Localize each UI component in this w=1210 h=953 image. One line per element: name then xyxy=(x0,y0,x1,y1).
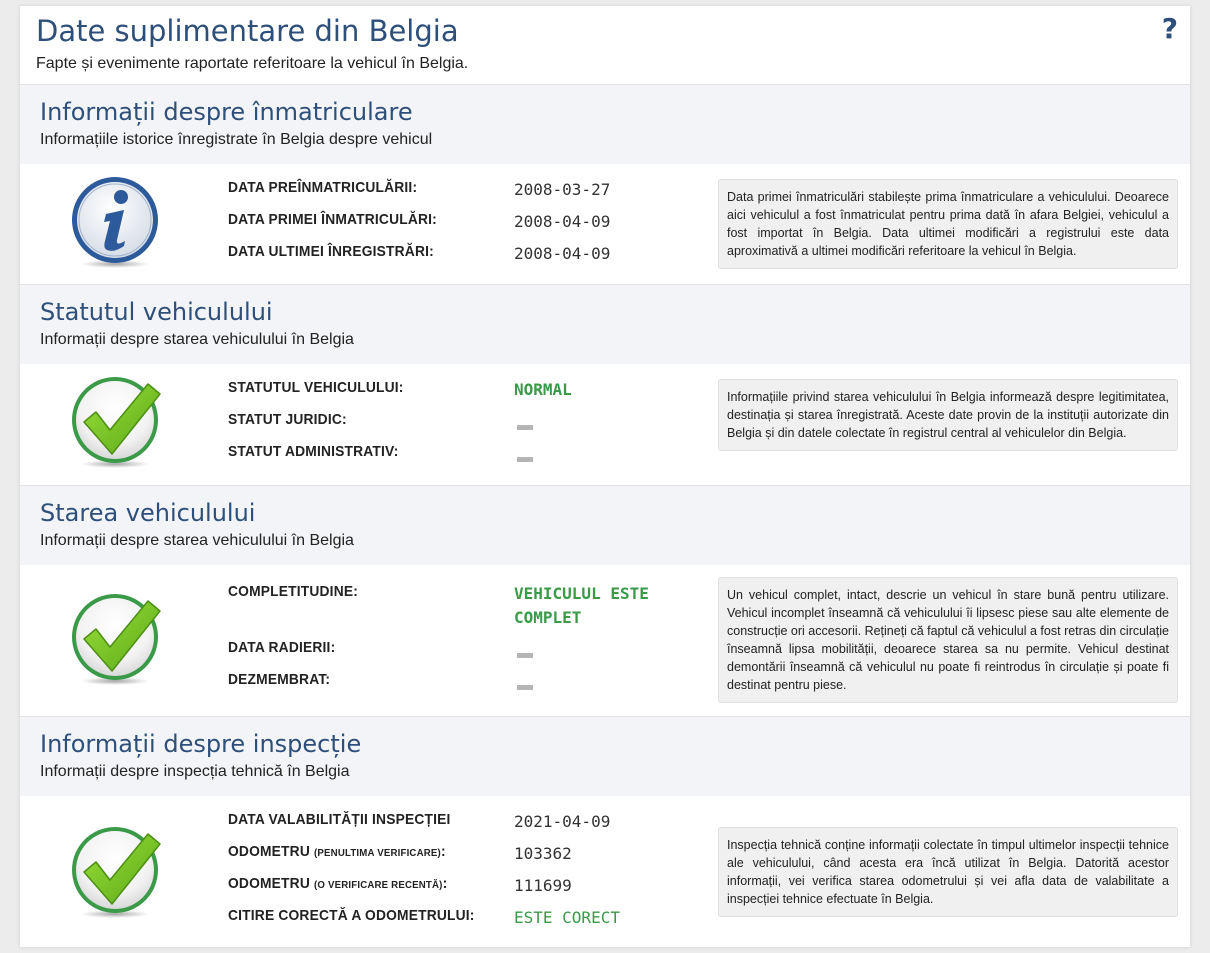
checkmark-icon xyxy=(72,377,161,468)
field-label: DATA VALABILITĂȚII INSPECȚIEI xyxy=(228,811,451,828)
section-subtitle: Informațiile istorice înregistrate în Be… xyxy=(40,131,433,148)
field-value: 2008-04-09 xyxy=(514,212,611,231)
page-header: Date suplimentare din Belgia Fapte și ev… xyxy=(20,6,1190,85)
section-body-inspection: DATA VALABILITĂȚII INSPECȚIEI 2021-04-09… xyxy=(20,796,1190,947)
field-label: DEZMEMBRAT: xyxy=(228,671,331,688)
section-body-registration: DATA PREÎNMATRICULĂRII: 2008-03-27 DATA … xyxy=(20,164,1190,284)
field-label: DATA PREÎNMATRICULĂRII: xyxy=(228,179,418,196)
checkmark-icon xyxy=(72,827,161,918)
section-header-condition: Starea vehiculului Informații despre sta… xyxy=(20,485,1190,566)
field-label-odometer-recent: ODOMETRU (O VERIFICARE RECENTĂ): xyxy=(228,875,447,892)
field-value: 2008-03-27 xyxy=(514,180,611,199)
field-label: DATA PRIMEI ÎNMATRICULĂRI: xyxy=(228,211,437,228)
info-icon xyxy=(72,177,158,268)
section-subtitle: Informații despre inspecția tehnică în B… xyxy=(40,763,350,780)
field-value: 2021-04-09 xyxy=(514,812,611,831)
completeness-value-line1: VEHICULUL ESTE xyxy=(514,584,649,603)
empty-value-dash xyxy=(517,685,533,690)
field-label: DATA RADIERII: xyxy=(228,639,336,656)
completeness-value-line2: COMPLET xyxy=(514,608,582,627)
section-header-status: Statutul vehiculului Informații despre s… xyxy=(20,284,1190,365)
empty-value-dash xyxy=(517,425,533,430)
section-subtitle: Informații despre starea vehiculului în … xyxy=(40,331,354,348)
section-title: Informații despre inspecție xyxy=(40,730,362,758)
section-title: Informații despre înmatriculare xyxy=(40,98,413,126)
field-label: COMPLETITUDINE: xyxy=(228,583,359,600)
label-main: ODOMETRU xyxy=(228,875,310,892)
field-label-odometer-previous: ODOMETRU (PENULTIMA VERIFICARE): xyxy=(228,843,446,860)
label-colon: : xyxy=(442,875,448,892)
field-label: STATUTUL VEHICULULUI: xyxy=(228,379,404,396)
empty-value-dash xyxy=(517,653,533,658)
status-value: ESTE CORECT xyxy=(514,908,620,927)
page-title: Date suplimentare din Belgia xyxy=(36,14,459,48)
info-note: Data primei înmatriculări stabilește pri… xyxy=(718,179,1178,269)
empty-value-dash xyxy=(517,457,533,462)
page-subtitle: Fapte și evenimente raportate referitoar… xyxy=(36,55,469,72)
label-qualifier: (O VERIFICARE RECENTĂ) xyxy=(314,879,443,891)
question-mark-icon[interactable]: ? xyxy=(1162,12,1178,45)
field-label: CITIRE CORECTĂ A ODOMETRULUI: xyxy=(228,907,475,924)
field-value: 111699 xyxy=(514,876,572,895)
field-label: DATA ULTIMEI ÎNREGISTRĂRI: xyxy=(228,243,434,260)
info-note: Un vehicul complet, intact, descrie un v… xyxy=(718,577,1178,703)
label-main: ODOMETRU xyxy=(228,843,310,860)
section-title: Statutul vehiculului xyxy=(40,298,273,326)
section-subtitle: Informații despre starea vehiculului în … xyxy=(40,532,354,549)
label-colon: : xyxy=(440,843,446,860)
section-header-registration: Informații despre înmatriculare Informaț… xyxy=(20,84,1190,165)
label-qualifier: (PENULTIMA VERIFICARE) xyxy=(314,847,441,859)
section-body-status: STATUTUL VEHICULULUI: NORMAL STATUT JURI… xyxy=(20,364,1190,485)
checkmark-icon xyxy=(72,594,161,685)
field-value: 2008-04-09 xyxy=(514,244,611,263)
info-note: Informațiile privind starea vehiculului … xyxy=(718,379,1178,451)
main-card: Date suplimentare din Belgia Fapte și ev… xyxy=(20,6,1190,947)
section-header-inspection: Informații despre inspecție Informații d… xyxy=(20,716,1190,797)
status-value: NORMAL xyxy=(514,380,572,399)
field-label: STATUT ADMINISTRATIV: xyxy=(228,443,399,460)
section-title: Starea vehiculului xyxy=(40,499,256,527)
info-note: Inspecția tehnică conține informații col… xyxy=(718,827,1178,917)
field-label: STATUT JURIDIC: xyxy=(228,411,347,428)
section-body-condition: COMPLETITUDINE: VEHICULUL ESTE COMPLET D… xyxy=(20,565,1190,716)
field-value: 103362 xyxy=(514,844,572,863)
